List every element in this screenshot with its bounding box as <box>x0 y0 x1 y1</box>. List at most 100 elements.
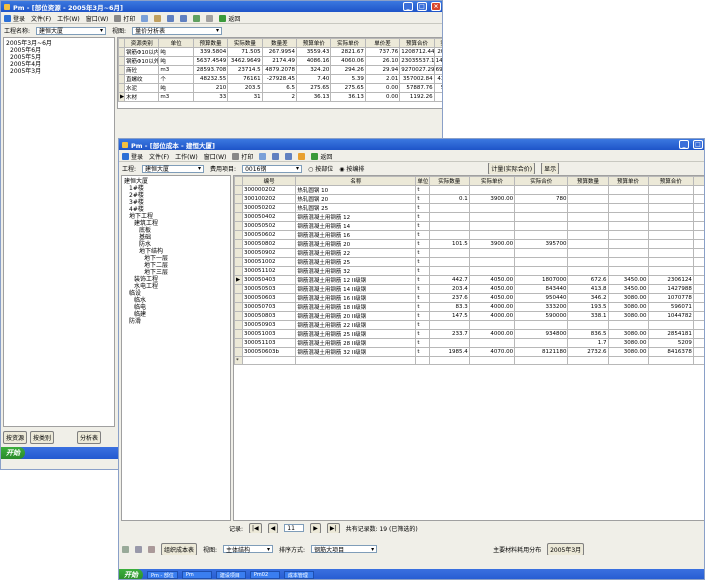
table-cell[interactable] <box>647 212 694 222</box>
table-cell[interactable]: 3900.00 <box>468 194 516 204</box>
table-cell[interactable] <box>607 257 649 267</box>
period-button[interactable]: 2005年3月 <box>547 543 585 555</box>
table-cell[interactable] <box>567 221 609 231</box>
tree-item[interactable]: 地下三层 <box>124 269 228 276</box>
table-cell[interactable] <box>514 257 569 267</box>
table-cell[interactable]: 钢筋混凝土用钢筋 25 <box>295 257 417 267</box>
table-cell[interactable]: 4000.00 <box>468 329 516 339</box>
table-cell[interactable]: 钢筋混凝土用钢筋 32 II级钢 <box>295 347 417 357</box>
table-cell[interactable] <box>607 248 649 258</box>
table-cell[interactable]: 413.8 <box>567 284 609 294</box>
table-cell[interactable] <box>468 320 516 330</box>
table-cell[interactable]: 钢筋混凝土用钢筋 32 <box>295 266 417 276</box>
table-cell[interactable]: 1807000 <box>514 275 569 285</box>
table-cell[interactable] <box>428 212 470 222</box>
table-row[interactable]: 直螺纹个 48232.55 76161 -27928.45 7.40 5.39 2.01 35… <box>118 74 442 84</box>
column-header[interactable]: 预算合价 <box>647 176 694 186</box>
column-header[interactable]: 预算合价 <box>399 38 435 48</box>
table-cell[interactable]: 3080.00 <box>607 329 649 339</box>
table-cell[interactable]: 1208712.44 <box>399 47 435 57</box>
tree-item[interactable]: 防水 <box>124 241 228 248</box>
tree-item[interactable]: 临水 <box>124 297 228 304</box>
tree-item[interactable]: 地下结构 <box>124 248 228 255</box>
table-cell[interactable]: 300050603 <box>241 293 297 303</box>
table-cell[interactable]: 1427988 <box>647 284 694 294</box>
table-cell[interactable] <box>647 257 694 267</box>
table-cell[interactable] <box>692 275 704 285</box>
table-cell[interactable]: 4879.2078 <box>261 65 298 75</box>
table-cell[interactable]: 836.5 <box>567 329 609 339</box>
table-row[interactable]: ▶木材m33331236.1336.130.001192.261120.0072… <box>118 92 442 102</box>
table-cell[interactable]: 275.65 <box>296 83 332 93</box>
tree-item[interactable]: 2005年6月 <box>6 47 112 54</box>
column-header[interactable]: 实际单价 <box>468 176 516 186</box>
table-cell[interactable]: 钢筋混凝土用钢筋 18 II级钢 <box>295 302 417 312</box>
table-row[interactable]: 300100202 热轧圆钢 20 t 0.1 3900.00 780 <box>234 194 704 204</box>
next-record-button[interactable]: ▶ <box>310 523 321 533</box>
taskbar-item[interactable]: Pm02 <box>249 571 280 579</box>
table-cell[interactable]: 直螺纹 <box>123 74 160 84</box>
table-cell[interactable]: 吨 <box>158 47 194 57</box>
table-cell[interactable] <box>607 230 649 240</box>
analysis-table-button[interactable]: 分析表 <box>77 431 102 444</box>
table-row[interactable]: 300050902 钢筋混凝土用钢筋 22 t <box>234 248 704 258</box>
table-cell[interactable] <box>468 212 516 222</box>
table-cell[interactable]: 热轧圆钢 10 <box>295 185 417 195</box>
table-cell[interactable]: 2 <box>261 92 298 102</box>
table-cell[interactable]: 4000.00 <box>468 302 516 312</box>
table-cell[interactable]: 3080.00 <box>607 311 649 321</box>
table-cell[interactable]: t <box>415 275 430 285</box>
table-cell[interactable] <box>428 338 470 348</box>
tree-item[interactable]: 2005年3月 <box>6 68 112 75</box>
cut-icon[interactable] <box>154 14 162 22</box>
table-cell[interactable]: 193.5 <box>567 302 609 312</box>
tree-item[interactable]: 2005年4月 <box>6 61 112 68</box>
table-cell[interactable]: 23714.5 <box>227 65 263 75</box>
table-cell[interactable]: 300051103 <box>241 338 297 348</box>
table-row[interactable]: 钢筋Φ10以内吨 339.5804 71.505 267.9954 3559.43 282… <box>118 47 442 57</box>
column-header[interactable]: 实际(计划)明细 <box>692 176 704 186</box>
table-cell[interactable] <box>295 356 417 365</box>
table-cell[interactable] <box>647 239 694 249</box>
table-cell[interactable]: 1192.26 <box>399 92 435 102</box>
by-category-button[interactable]: 按类别 <box>30 431 55 444</box>
table-cell[interactable]: 300050502 <box>241 221 297 231</box>
column-header[interactable]: 单价差 <box>364 38 401 48</box>
table-row[interactable]: 300050602 钢筋混凝土用钢筋 16 t <box>234 230 704 240</box>
table-cell[interactable]: 29.94 <box>364 65 401 75</box>
table-cell[interactable]: 4070.00 <box>468 347 516 357</box>
table-cell[interactable] <box>468 257 516 267</box>
table-cell[interactable] <box>428 221 470 231</box>
delete-icon[interactable] <box>148 545 155 553</box>
table-row[interactable]: 300050402 钢筋混凝土用钢筋 12 t <box>234 212 704 222</box>
table-cell[interactable] <box>514 221 569 231</box>
table-cell[interactable]: 钢筋混凝土用钢筋 12 II级钢 <box>295 275 417 285</box>
table-cell[interactable]: 267.9954 <box>261 47 298 57</box>
table-cell[interactable] <box>692 194 704 204</box>
table-cell[interactable] <box>647 248 694 258</box>
table-cell[interactable]: 442.7 <box>428 275 470 285</box>
table-cell[interactable]: 23035537.16 <box>399 56 435 66</box>
org-cost-button[interactable]: 组织成本表 <box>161 543 198 555</box>
table-cell[interactable]: t <box>415 329 430 339</box>
copy-icon[interactable] <box>141 14 149 22</box>
table-cell[interactable] <box>567 185 609 195</box>
table-cell[interactable] <box>607 221 649 231</box>
table-cell[interactable]: 395700 <box>514 239 569 249</box>
table-cell[interactable] <box>607 203 649 213</box>
menu-file[interactable]: 文件(F) <box>149 152 169 161</box>
restore-button[interactable]: □ <box>693 140 703 149</box>
table-cell[interactable] <box>428 203 470 213</box>
tree-item[interactable]: 3#楼 <box>124 199 228 206</box>
column-header[interactable]: 实际合价 <box>433 38 442 48</box>
table-cell[interactable]: 300050803 <box>241 311 297 321</box>
display-button[interactable]: 显示 <box>541 163 560 174</box>
table-cell[interactable] <box>692 329 704 339</box>
table-row[interactable]: 300050802 钢筋混凝土用钢筋 20 t 101.5 3900.00 395700 <box>234 239 704 249</box>
table-cell[interactable]: 7.40 <box>296 74 332 84</box>
table-cell[interactable]: 300051102 <box>241 266 297 276</box>
table-cell[interactable]: 0.1 <box>428 194 470 204</box>
table-cell[interactable]: 钢筋混凝土用钢筋 14 <box>295 221 417 231</box>
tree-item[interactable]: 临设 <box>124 290 228 297</box>
table-row[interactable]: 300051103 钢筋混凝土用钢筋 28 II级钢 t 1.7 3080.00 5209 <box>234 338 704 348</box>
